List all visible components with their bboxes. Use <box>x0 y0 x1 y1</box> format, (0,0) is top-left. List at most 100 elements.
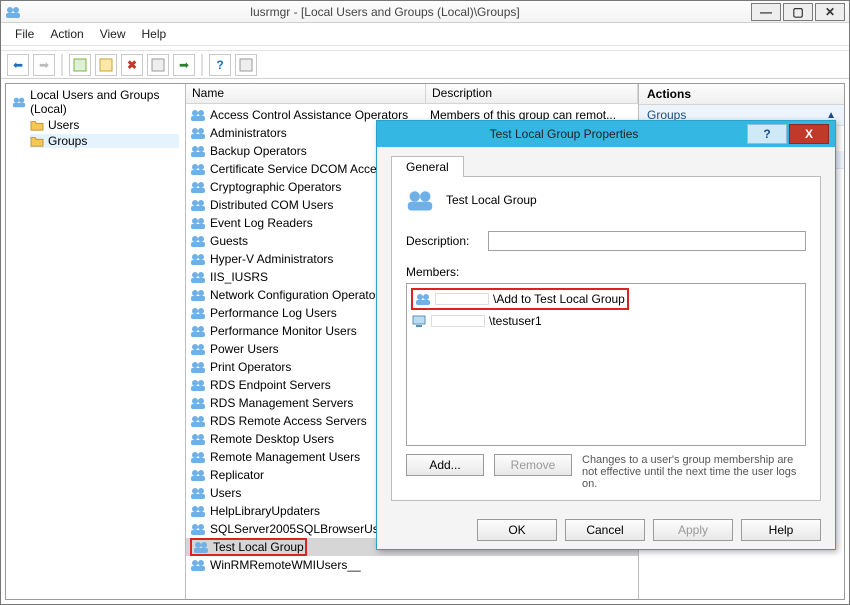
close-button[interactable]: ✕ <box>815 3 845 21</box>
description-label: Description: <box>406 234 476 248</box>
group-icon <box>190 108 206 122</box>
member-item[interactable]: \Add to Test Local Group <box>415 290 625 308</box>
toolbar-btn-2[interactable] <box>95 54 117 76</box>
row-name: RDS Management Servers <box>206 396 353 410</box>
folder-icon <box>30 135 44 147</box>
actions-header: Actions <box>639 84 844 105</box>
menu-file[interactable]: File <box>7 25 42 43</box>
group-icon <box>190 522 206 536</box>
list-row[interactable]: WinRMRemoteWMIUsers__ <box>186 556 638 574</box>
tab-general[interactable]: General <box>391 156 464 177</box>
row-name: RDS Remote Access Servers <box>206 414 367 428</box>
titlebar: lusrmgr - [Local Users and Groups (Local… <box>1 1 849 23</box>
cancel-button[interactable]: Cancel <box>565 519 645 541</box>
group-icon <box>190 162 206 176</box>
group-icon <box>190 144 206 158</box>
group-icon <box>190 396 206 410</box>
group-icon <box>190 450 206 464</box>
row-name: Hyper-V Administrators <box>206 252 333 266</box>
row-name: Replicator <box>206 468 264 482</box>
menu-action[interactable]: Action <box>42 25 91 43</box>
menu-help[interactable]: Help <box>134 25 175 43</box>
tree-root-label: Local Users and Groups (Local) <box>30 88 179 116</box>
row-name: RDS Endpoint Servers <box>206 378 331 392</box>
dialog-close-button[interactable]: X <box>789 124 829 144</box>
toolbar: ⬅ ➡ ✖ ➡ ? <box>1 51 849 79</box>
dialog-help-button[interactable]: Help <box>741 519 821 541</box>
dialog-titlebar: Test Local Group Properties ? X <box>377 121 835 147</box>
group-icon <box>190 378 206 392</box>
group-icon <box>190 360 206 374</box>
dialog-buttons: OK Cancel Apply Help <box>377 511 835 549</box>
member-label: \Add to Test Local Group <box>493 292 625 306</box>
app-icon <box>5 5 21 19</box>
group-icon <box>190 486 206 500</box>
forward-button[interactable]: ➡ <box>33 54 55 76</box>
col-name[interactable]: Name <box>186 84 426 103</box>
toolbar-btn-5[interactable] <box>235 54 257 76</box>
members-list[interactable]: \Add to Test Local Group \testuser1 <box>406 283 806 446</box>
help-button[interactable]: ? <box>209 54 231 76</box>
row-name: Users <box>206 486 241 500</box>
tab-panel-general: Test Local Group Description: Members: \… <box>391 176 821 501</box>
toolbar-btn-3[interactable] <box>147 54 169 76</box>
row-name: Performance Log Users <box>206 306 337 320</box>
group-icon <box>12 95 26 109</box>
tree-root[interactable]: Local Users and Groups (Local) <box>12 88 179 116</box>
group-icon <box>190 180 206 194</box>
group-icon <box>190 198 206 212</box>
member-item[interactable]: \testuser1 <box>411 312 801 330</box>
toolbar-btn-1[interactable] <box>69 54 91 76</box>
back-button[interactable]: ⬅ <box>7 54 29 76</box>
group-icon <box>190 468 206 482</box>
redacted-domain <box>431 315 485 327</box>
members-highlight: \Add to Test Local Group <box>411 288 629 310</box>
description-input[interactable] <box>488 231 806 251</box>
dialog-help-button[interactable]: ? <box>747 124 787 144</box>
row-name: Test Local Group <box>209 540 304 554</box>
group-icon <box>190 288 206 302</box>
group-icon <box>190 342 206 356</box>
tree-users-label: Users <box>48 118 79 132</box>
group-icon <box>190 234 206 248</box>
redacted-domain <box>435 293 489 305</box>
col-desc[interactable]: Description <box>426 84 638 103</box>
minimize-button[interactable]: — <box>751 3 781 21</box>
add-button[interactable]: Add... <box>406 454 484 476</box>
members-label: Members: <box>406 265 806 279</box>
group-icon <box>190 558 206 572</box>
toolbar-btn-4[interactable]: ➡ <box>173 54 195 76</box>
group-icon <box>190 432 206 446</box>
ok-button[interactable]: OK <box>477 519 557 541</box>
delete-button[interactable]: ✖ <box>121 54 143 76</box>
menu-view[interactable]: View <box>92 25 134 43</box>
row-name: Guests <box>206 234 248 248</box>
group-icon <box>190 414 206 428</box>
tree-groups[interactable]: Groups <box>30 134 179 148</box>
member-label: \testuser1 <box>489 314 542 328</box>
group-icon <box>190 270 206 284</box>
row-name: IIS_IUSRS <box>206 270 268 284</box>
dialog-title: Test Local Group Properties <box>383 127 745 141</box>
window-title: lusrmgr - [Local Users and Groups (Local… <box>250 5 519 19</box>
group-icon <box>190 306 206 320</box>
group-icon <box>193 540 209 554</box>
maximize-button[interactable]: ▢ <box>783 3 813 21</box>
row-name: Remote Management Users <box>206 450 360 464</box>
row-name: Event Log Readers <box>206 216 313 230</box>
row-name: HelpLibraryUpdaters <box>206 504 320 518</box>
folder-icon <box>30 119 44 131</box>
row-name: Remote Desktop Users <box>206 432 334 446</box>
row-name: Cryptographic Operators <box>206 180 341 194</box>
remove-button[interactable]: Remove <box>494 454 572 476</box>
apply-button[interactable]: Apply <box>653 519 733 541</box>
user-icon <box>411 314 427 328</box>
tree-users[interactable]: Users <box>30 118 179 132</box>
row-name: Performance Monitor Users <box>206 324 357 338</box>
row-name: Distributed COM Users <box>206 198 333 212</box>
collapse-icon: ▲ <box>826 110 836 121</box>
group-icon <box>190 216 206 230</box>
group-icon <box>190 252 206 266</box>
tree-groups-label: Groups <box>48 134 87 148</box>
group-icon <box>190 126 206 140</box>
